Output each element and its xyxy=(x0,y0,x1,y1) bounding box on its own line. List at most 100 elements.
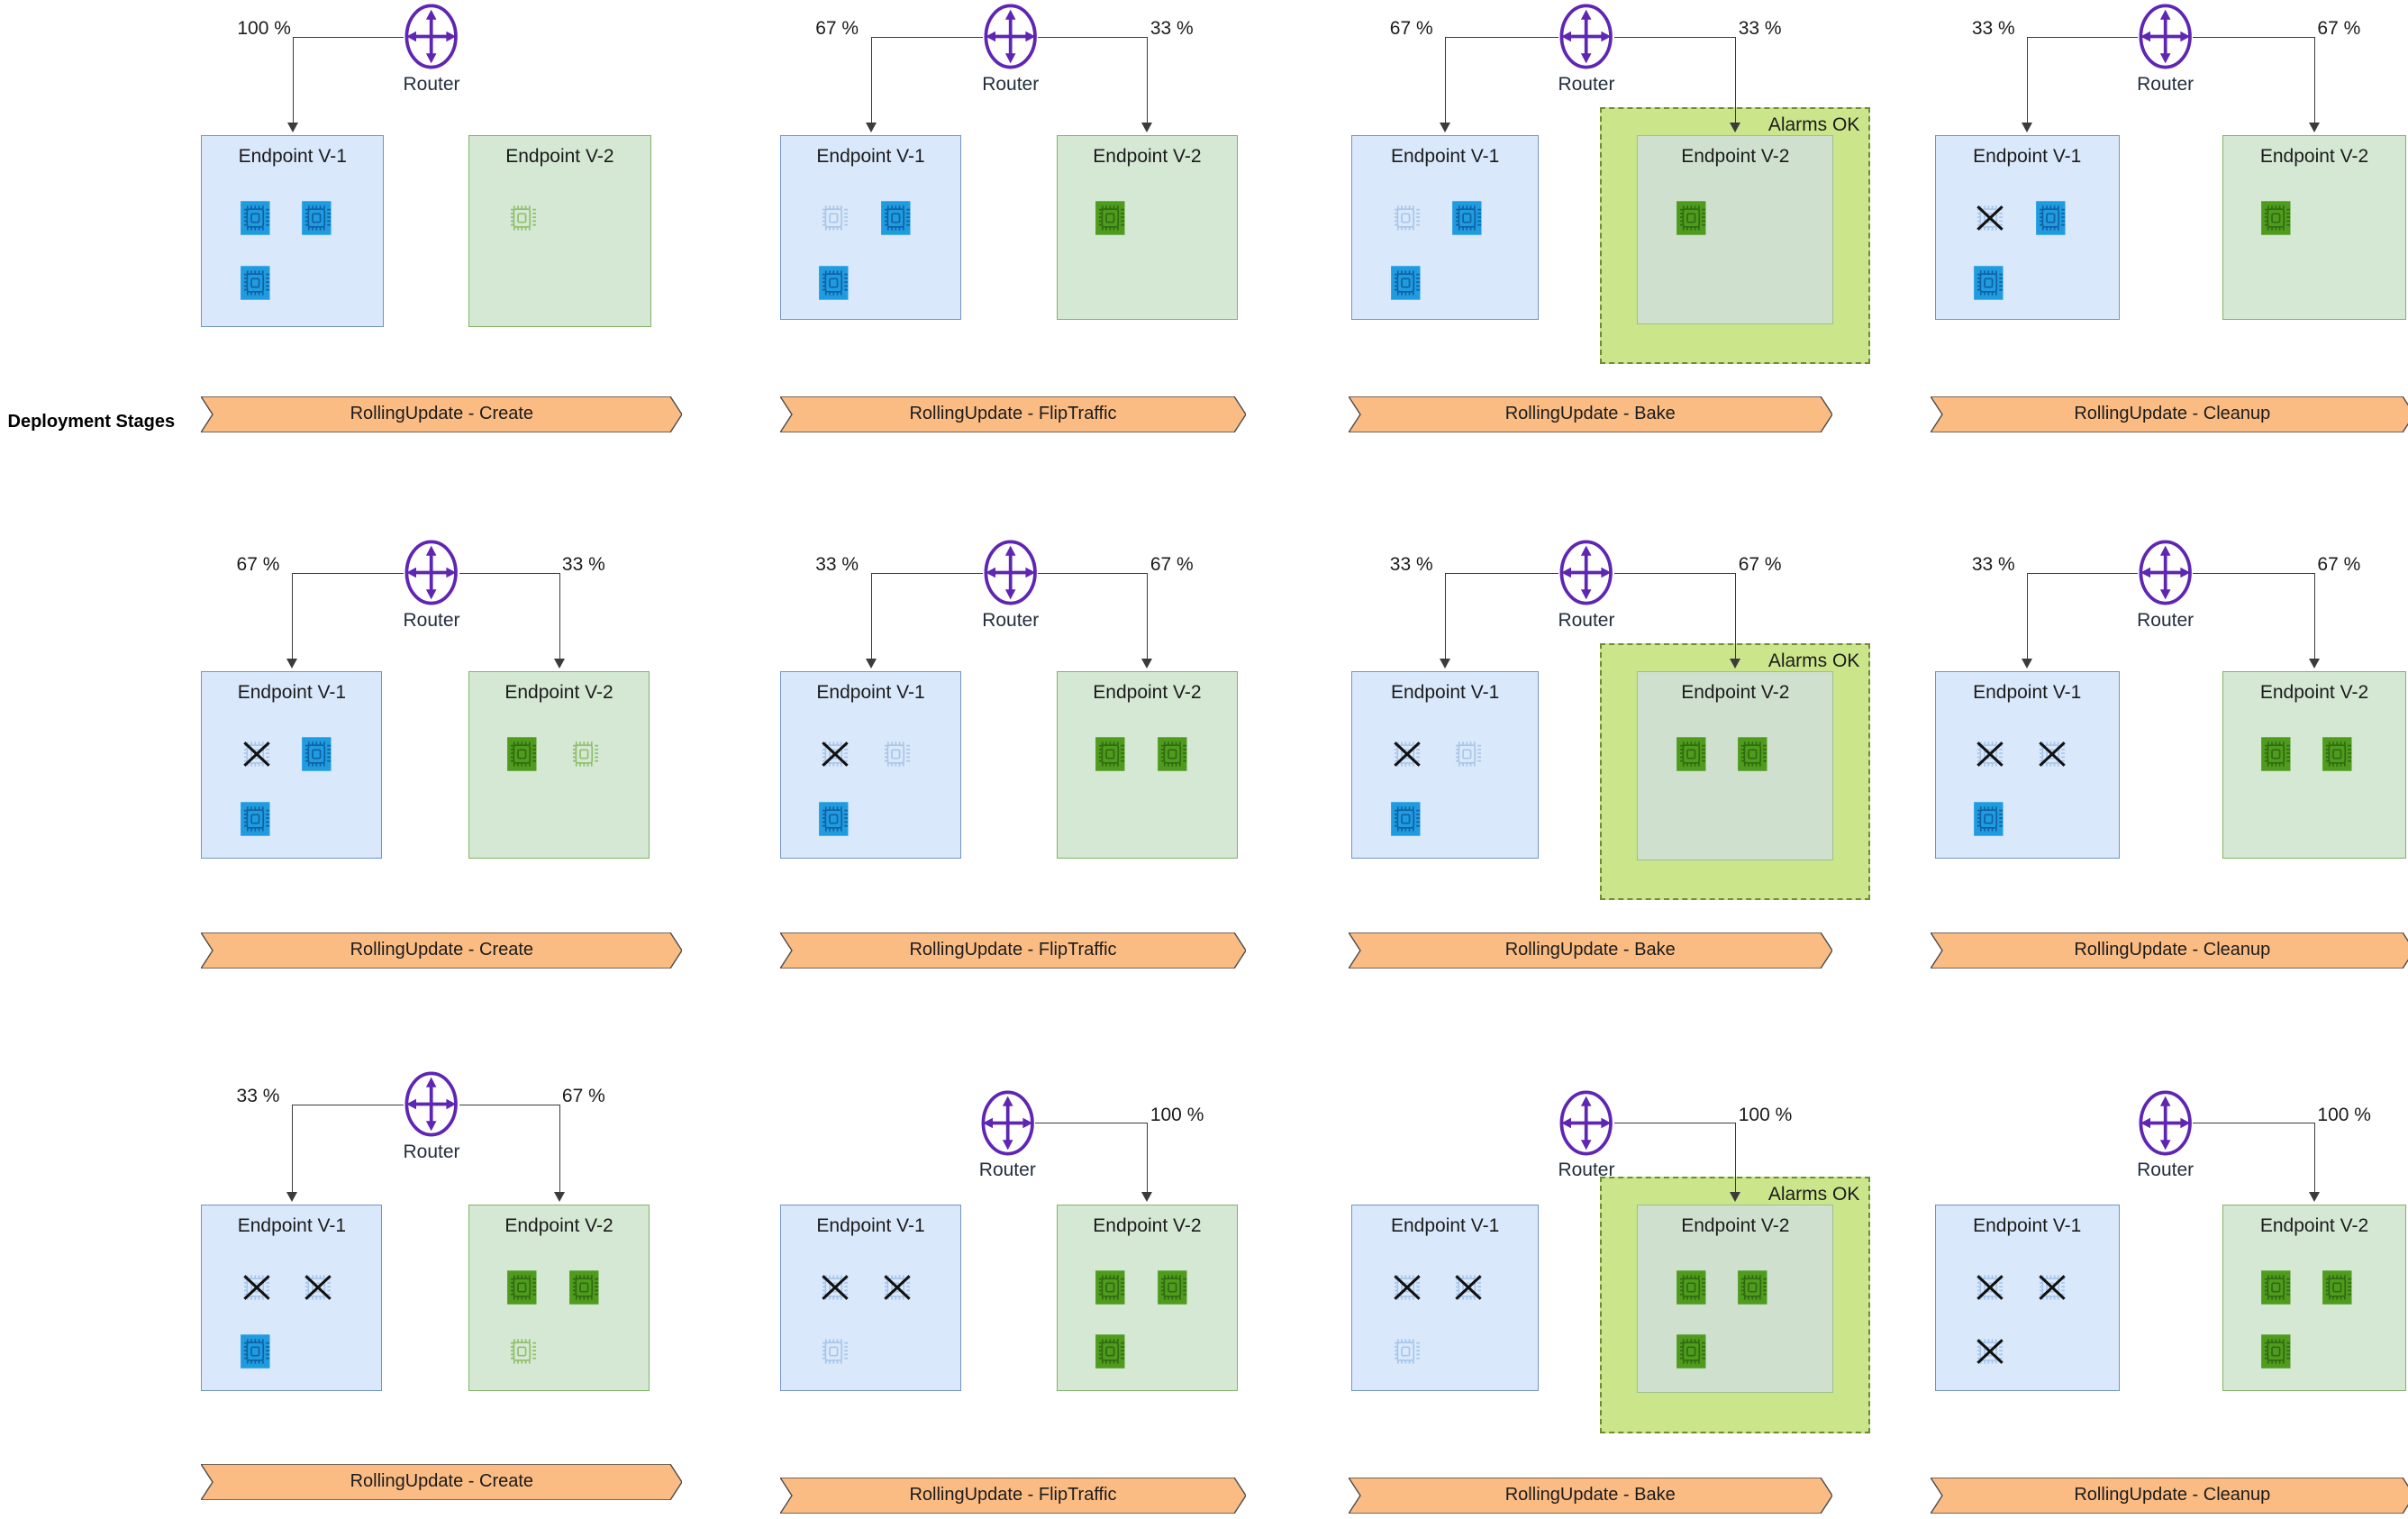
chip-pending-icon xyxy=(1394,1339,1420,1364)
chip-terminated-icon xyxy=(883,1274,911,1300)
instance-chip xyxy=(236,1331,281,1379)
traffic-percentage-label: 33 % xyxy=(1389,554,1433,576)
deployment-stage-label: RollingUpdate - Cleanup xyxy=(2074,1485,2271,1505)
traffic-edge xyxy=(292,36,404,38)
chip-active-icon xyxy=(1157,737,1187,771)
traffic-edge xyxy=(1445,572,1447,661)
router-node: Router xyxy=(2137,539,2194,631)
traffic-edge xyxy=(1735,572,1737,661)
instance-chip xyxy=(877,1267,922,1315)
router-label: Router xyxy=(2137,609,2194,631)
endpoint-v1-box: Endpoint V-1 xyxy=(1351,670,1540,859)
deployment-stage-label: RollingUpdate - FlipTraffic xyxy=(909,1485,1117,1505)
router-label: Router xyxy=(2137,73,2194,95)
endpoint-v1-box: Endpoint V-1 xyxy=(201,670,383,859)
endpoint-v2-box: Endpoint V-2 xyxy=(468,1204,650,1392)
traffic-percentage-label: 67 % xyxy=(236,554,280,576)
instance-chip xyxy=(2318,1267,2363,1315)
traffic-edge xyxy=(2193,572,2314,574)
traffic-edge xyxy=(559,1104,560,1194)
arrow-head-icon xyxy=(286,659,297,669)
deployment-stage-label: RollingUpdate - Bake xyxy=(1504,1485,1676,1505)
chip-terminated-icon xyxy=(2038,1274,2066,1300)
instance-chip xyxy=(814,733,859,782)
traffic-edge xyxy=(1147,1123,1149,1194)
instance-chip xyxy=(1091,733,1136,782)
deployment-stages-diagram: Router Endpoint V-1 Endpoint V-2 100 % R… xyxy=(0,0,2408,1519)
instance-chip xyxy=(1091,1267,1136,1315)
traffic-edge xyxy=(459,572,559,574)
instance-chip xyxy=(503,197,548,246)
traffic-edge xyxy=(2027,572,2138,574)
arrow-head-icon xyxy=(2309,659,2320,669)
chip-active-icon xyxy=(240,801,270,836)
chip-active-icon xyxy=(240,201,270,235)
traffic-edge xyxy=(1147,36,1149,125)
traffic-percentage-label: 67 % xyxy=(1738,554,1782,576)
traffic-edge xyxy=(2027,572,2029,661)
traffic-edge xyxy=(1445,36,1559,38)
instance-chip xyxy=(236,197,281,246)
chip-terminated-icon xyxy=(1455,1274,1482,1300)
traffic-percentage-label: 100 % xyxy=(1738,1104,1793,1125)
chip-terminated-icon xyxy=(1976,741,2004,768)
endpoint-v2-box: Endpoint V-2 xyxy=(1056,1204,1238,1392)
chip-active-icon xyxy=(1095,201,1125,235)
instance-chip xyxy=(2031,197,2076,246)
traffic-edge xyxy=(1147,572,1149,661)
endpoint-v2-box: Endpoint V-2 xyxy=(1637,1204,1834,1394)
chip-active-icon xyxy=(2035,201,2066,235)
chip-active-icon xyxy=(1390,266,1421,300)
router-label: Router xyxy=(982,609,1040,631)
chip-active-icon xyxy=(1095,737,1125,771)
chip-active-icon xyxy=(1676,737,1706,771)
chip-active-icon xyxy=(507,1269,537,1305)
instance-chip xyxy=(2031,733,2076,782)
chip-active-icon xyxy=(1974,266,2004,300)
router-label: Router xyxy=(2137,1160,2194,1181)
chip-group xyxy=(1058,672,1237,858)
endpoint-v1-box: Endpoint V-1 xyxy=(779,135,962,320)
instance-chip xyxy=(236,798,281,847)
chip-group xyxy=(1638,136,1832,323)
chip-group xyxy=(1638,1205,1832,1393)
router-node: Router xyxy=(1558,1089,1614,1180)
chip-active-icon xyxy=(2261,201,2291,235)
instance-chip xyxy=(236,262,281,311)
chip-active-icon xyxy=(302,737,332,771)
router-label: Router xyxy=(982,73,1040,95)
arrow-head-icon xyxy=(2309,123,2320,133)
deployment-stage-banner: RollingUpdate - Bake xyxy=(1348,396,1832,432)
instance-chip xyxy=(1733,1267,1778,1315)
chip-active-icon xyxy=(819,801,849,836)
chip-active-icon xyxy=(2261,1269,2291,1305)
arrow-head-icon xyxy=(1440,659,1451,669)
instance-chip xyxy=(1969,1331,2014,1379)
chip-group xyxy=(1058,1205,1237,1391)
traffic-percentage-label: 33 % xyxy=(1971,18,2015,40)
chip-active-icon xyxy=(880,201,911,235)
chip-group xyxy=(1352,136,1538,319)
chip-pending-icon xyxy=(511,1339,537,1364)
traffic-edge xyxy=(559,572,560,661)
router-icon xyxy=(404,540,459,605)
instance-chip xyxy=(1969,1267,2014,1315)
instance-chip xyxy=(2031,1267,2076,1315)
instance-chip xyxy=(565,1267,610,1315)
router-label: Router xyxy=(403,609,460,631)
traffic-edge xyxy=(870,572,983,574)
arrow-head-icon xyxy=(1141,659,1153,669)
router-node: Router xyxy=(979,1089,1036,1180)
instance-chip xyxy=(503,1331,548,1379)
router-node: Router xyxy=(404,3,460,95)
chip-active-icon xyxy=(2261,1334,2291,1369)
chip-terminated-icon xyxy=(243,1274,270,1300)
deployment-stage-label: RollingUpdate - Cleanup xyxy=(2074,940,2271,960)
traffic-edge xyxy=(870,36,872,125)
router-label: Router xyxy=(1558,73,1615,95)
deployment-stage-banner: RollingUpdate - Cleanup xyxy=(1930,932,2408,969)
instance-chip xyxy=(2257,197,2302,246)
traffic-edge xyxy=(1038,36,1148,38)
instance-chip xyxy=(1672,733,1717,782)
router-icon xyxy=(984,4,1037,69)
